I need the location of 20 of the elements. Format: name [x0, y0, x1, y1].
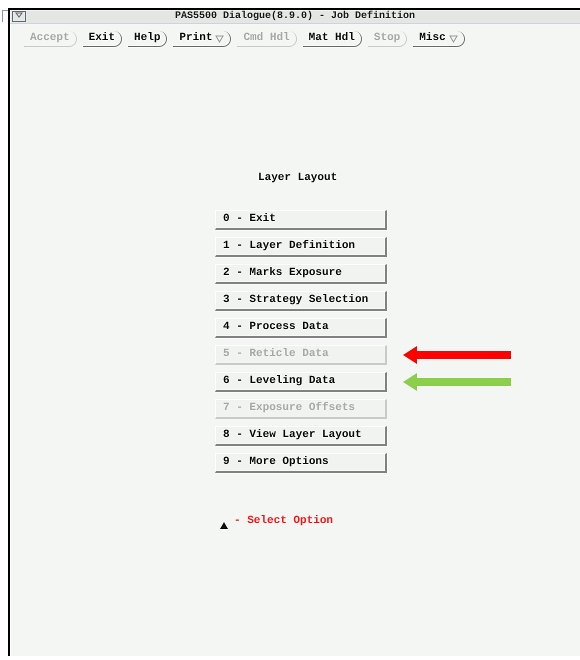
menu-option-button[interactable]: 9 - More Options: [215, 452, 387, 472]
toolbar-button[interactable]: Mat Hdl: [302, 31, 362, 47]
toolbar-button[interactable]: Help: [128, 31, 168, 47]
toolbar-button[interactable]: Misc: [413, 31, 465, 47]
menu-option-button[interactable]: 1 - Layer Definition: [215, 236, 387, 256]
menu-option-button[interactable]: 0 - Exit: [215, 210, 387, 230]
menu-option-button[interactable]: 6 - Leveling Data: [215, 372, 387, 392]
window-menu-icon[interactable]: [12, 11, 26, 22]
prompt-text: - Select Option: [234, 514, 334, 528]
menu-option-button[interactable]: 4 - Process Data: [215, 318, 387, 338]
dropdown-triangle-icon: [215, 34, 224, 42]
toolbar-button[interactable]: Exit: [82, 31, 122, 47]
menu-option-button[interactable]: 3 - Strategy Selection: [215, 290, 387, 310]
window-title: PAS5500 Dialogue(8.9.0) - Job Definition: [174, 12, 416, 22]
menu-heading: Layer Layout: [258, 171, 338, 186]
menu-option-button[interactable]: 8 - View Layer Layout: [215, 426, 387, 446]
menu-option-button[interactable]: 2 - Marks Exposure: [215, 264, 387, 284]
triangle-icon: [220, 522, 228, 529]
dropdown-triangle-icon: [448, 34, 458, 42]
toolbar-button[interactable]: Print: [173, 31, 232, 47]
